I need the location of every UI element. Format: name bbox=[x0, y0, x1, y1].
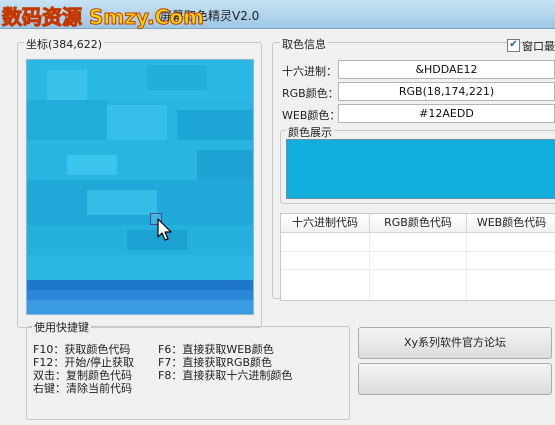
arrow-cursor-icon bbox=[157, 218, 172, 241]
hotkey-f8: F8：直接获取十六进制颜色 bbox=[158, 369, 293, 382]
column-header-rgb[interactable]: RGB颜色代码 bbox=[370, 214, 467, 233]
color-preview-swatch bbox=[286, 139, 555, 199]
coords-label: 坐标(384,622) bbox=[24, 36, 105, 52]
watermark: 数码资源 Smzy.Com bbox=[2, 5, 205, 30]
client-area: 坐标(384,622) 取色信息 ✔ 窗口最 十六进制： &HDDAE12 RG… bbox=[0, 29, 555, 425]
column-header-hex[interactable]: 十六进制代码 bbox=[281, 214, 370, 233]
forum-button[interactable]: Xy系列软件官方论坛 bbox=[358, 327, 552, 359]
hex-label: 十六进制： bbox=[282, 65, 337, 78]
always-on-top-label: 窗口最 bbox=[522, 40, 555, 53]
checkmark-icon: ✔ bbox=[509, 39, 518, 50]
secondary-button[interactable] bbox=[358, 363, 552, 395]
history-table[interactable]: 十六进制代码 RGB颜色代码 WEB颜色代码 bbox=[280, 213, 555, 301]
web-label: WEB颜色： bbox=[282, 109, 341, 122]
rgb-label: RGB颜色： bbox=[282, 87, 339, 100]
rgb-value-field[interactable]: RGB(18,174,221) bbox=[338, 82, 555, 101]
web-value-field[interactable]: #12AEDD bbox=[338, 104, 555, 123]
column-header-web[interactable]: WEB颜色代码 bbox=[467, 214, 555, 233]
hex-value-field[interactable]: &HDDAE12 bbox=[338, 60, 555, 79]
preview-label: 颜色展示 bbox=[286, 124, 334, 140]
magnifier-view bbox=[26, 59, 254, 315]
always-on-top-checkbox[interactable]: ✔ bbox=[507, 39, 520, 52]
hotkey-rightclick: 右键：清除当前代码 bbox=[33, 382, 132, 395]
title-bar[interactable]: 屏幕取色精灵V2.0 数码资源 Smzy.Com bbox=[0, 0, 555, 30]
hotkeys-label: 使用快捷键 bbox=[32, 319, 91, 335]
color-info-label: 取色信息 bbox=[280, 36, 328, 52]
